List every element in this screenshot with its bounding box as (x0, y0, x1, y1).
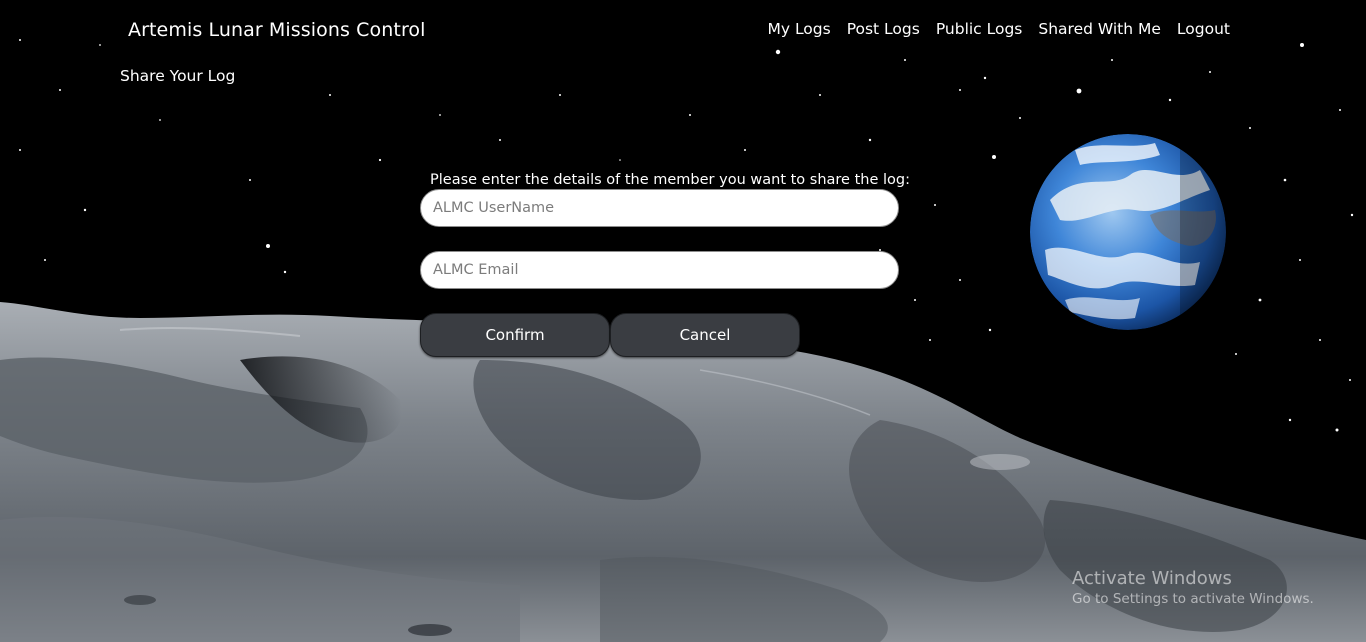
nav-link-my-logs[interactable]: My Logs (767, 20, 830, 38)
email-input[interactable] (420, 251, 899, 289)
cancel-button[interactable]: Cancel (610, 313, 800, 357)
activate-windows-watermark: Activate Windows Go to Settings to activ… (1072, 568, 1314, 607)
nav-link-public-logs[interactable]: Public Logs (936, 20, 1023, 38)
nav-links: My Logs Post Logs Public Logs Shared Wit… (767, 20, 1230, 38)
page-title: Share Your Log (120, 67, 236, 85)
nav-link-logout[interactable]: Logout (1177, 20, 1230, 38)
form-actions: Confirm Cancel (420, 313, 900, 357)
nav-link-shared-with-me[interactable]: Shared With Me (1038, 20, 1161, 38)
form-prompt: Please enter the details of the member y… (430, 172, 910, 188)
watermark-title: Activate Windows (1072, 568, 1232, 589)
top-navbar: Artemis Lunar Missions Control My Logs P… (0, 0, 1366, 62)
watermark-subtitle: Go to Settings to activate Windows. (1072, 591, 1314, 607)
username-input[interactable] (420, 189, 899, 227)
nav-link-post-logs[interactable]: Post Logs (847, 20, 920, 38)
share-log-form: Please enter the details of the member y… (420, 172, 910, 357)
brand-title[interactable]: Artemis Lunar Missions Control (128, 19, 426, 41)
confirm-button[interactable]: Confirm (420, 313, 610, 357)
